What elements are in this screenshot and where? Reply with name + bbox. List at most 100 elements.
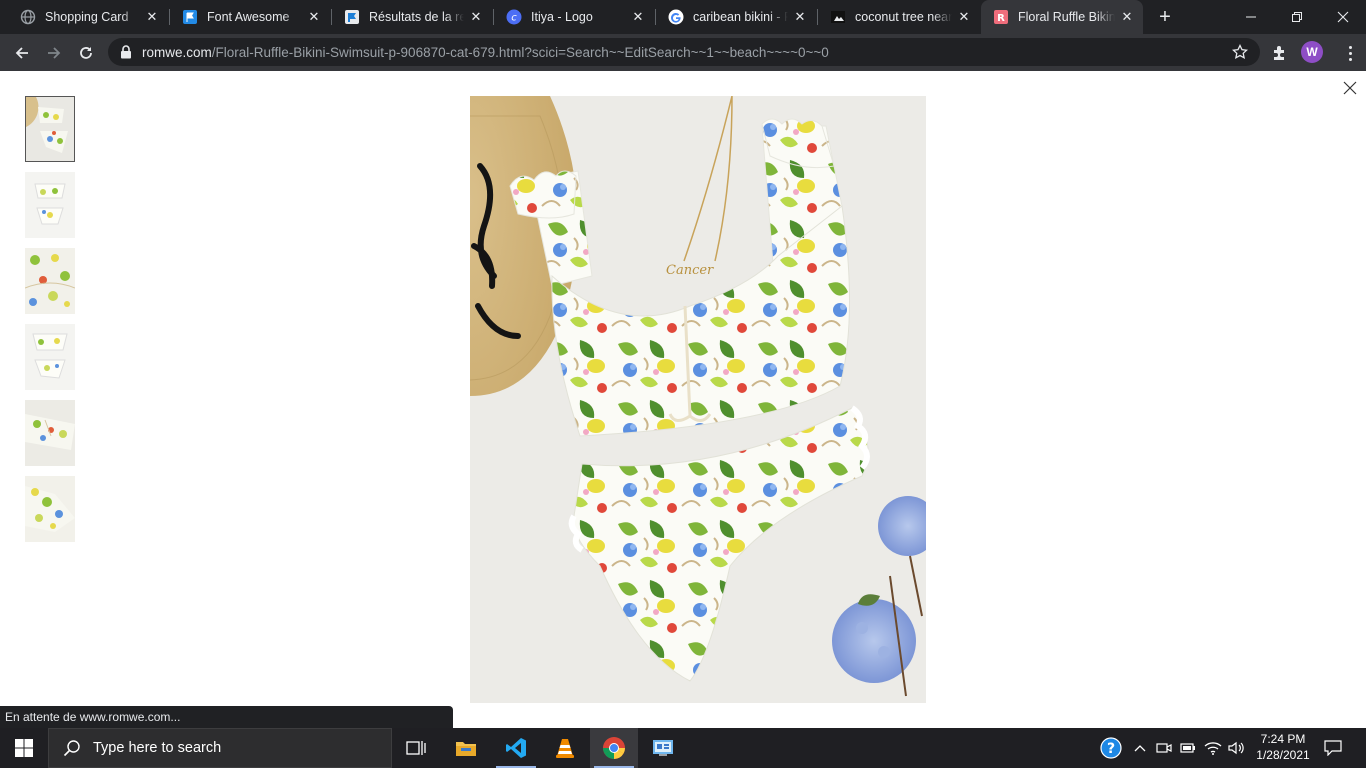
taskbar-search-placeholder: Type here to search: [93, 740, 222, 756]
tab-strip: Shopping Card ✕ Font Awesome ✕ Résultats…: [0, 0, 1366, 34]
camera-icon: [1156, 743, 1172, 753]
volume-button[interactable]: [1226, 728, 1248, 768]
tab-close-icon[interactable]: ✕: [306, 9, 322, 25]
back-button[interactable]: [8, 39, 36, 67]
thumbnail-5[interactable]: [25, 400, 75, 466]
product-image-viewer: Cancer: [0, 71, 1366, 728]
tab-shopping-card[interactable]: Shopping Card ✕: [8, 0, 168, 34]
tab-title: Font Awesome: [207, 10, 290, 24]
address-bar[interactable]: romwe.com/Floral-Ruffle-Bikini-Swimsuit-…: [108, 38, 1260, 66]
reload-button[interactable]: [72, 39, 100, 67]
notification-icon: [1324, 740, 1342, 756]
restore-icon: [1292, 12, 1302, 22]
minimize-icon: [1246, 16, 1256, 18]
close-window-button[interactable]: [1320, 0, 1366, 34]
tab-font-awesome[interactable]: Font Awesome ✕: [170, 0, 330, 34]
lock-icon: [119, 45, 133, 59]
tab-coconut-tree[interactable]: coconut tree near ✕: [818, 0, 980, 34]
necklace-pendant-text: Cancer: [666, 263, 714, 278]
show-hidden-icons-button[interactable]: [1130, 728, 1150, 768]
c-logo-icon: c: [506, 9, 522, 25]
reload-icon: [80, 47, 92, 59]
tab-close-icon[interactable]: ✕: [468, 9, 484, 25]
globe-icon: [20, 9, 36, 25]
battery-button[interactable]: [1178, 728, 1198, 768]
chevron-up-icon: [1134, 745, 1146, 752]
file-explorer-button[interactable]: [442, 728, 490, 768]
arrow-right-icon: [48, 47, 61, 59]
clock-date: 1/28/2021: [1256, 748, 1310, 762]
search-icon: [63, 740, 80, 757]
url-path: /Floral-Ruffle-Bikini-Swimsuit-p-906870-…: [211, 44, 829, 60]
thumbnail-4[interactable]: [25, 324, 75, 390]
svg-text:?: ?: [1107, 741, 1115, 757]
tab-title: Résultats de la rec: [369, 10, 464, 24]
tab-close-icon[interactable]: ✕: [792, 9, 808, 25]
restore-button[interactable]: [1274, 0, 1320, 34]
tab-title: Itiya - Logo: [531, 10, 593, 24]
fontawesome-icon: [344, 9, 360, 25]
control-panel-icon: [653, 740, 673, 756]
close-icon: [1337, 11, 1349, 23]
thumbnail-strip: [25, 96, 75, 552]
url-text[interactable]: romwe.com/Floral-Ruffle-Bikini-Swimsuit-…: [142, 45, 829, 60]
chrome-icon: [603, 737, 625, 759]
tab-title: Floral Ruffle Bikini: [1018, 10, 1115, 24]
status-bubble: En attente de www.romwe.com...: [0, 706, 453, 728]
close-viewer-icon[interactable]: [1341, 79, 1359, 97]
tab-itiya-logo[interactable]: c Itiya - Logo ✕: [494, 0, 654, 34]
tab-close-icon[interactable]: ✕: [630, 9, 646, 25]
romwe-icon: R: [993, 9, 1009, 25]
taskbar-clock[interactable]: 7:24 PM 1/28/2021: [1248, 731, 1318, 763]
thumbnail-2[interactable]: [25, 172, 75, 238]
profile-avatar[interactable]: W: [1301, 41, 1323, 63]
task-view-icon: [406, 741, 426, 755]
arrow-left-icon: [15, 47, 28, 59]
new-tab-button[interactable]: +: [1153, 5, 1177, 29]
windows-logo-icon: [15, 739, 33, 757]
start-button[interactable]: [0, 728, 48, 768]
tab-close-icon[interactable]: ✕: [1119, 9, 1135, 25]
thumbnail-3[interactable]: [25, 248, 75, 314]
bikini-photo: Cancer: [470, 96, 926, 703]
browser-toolbar: romwe.com/Floral-Ruffle-Bikini-Swimsuit-…: [0, 34, 1366, 71]
control-panel-button[interactable]: [639, 728, 687, 768]
image-icon: [830, 9, 846, 25]
forward-button[interactable]: [40, 39, 68, 67]
thumbnail-6[interactable]: [25, 476, 75, 542]
help-tray-button[interactable]: ?: [1098, 728, 1124, 768]
tab-caribean-bikini[interactable]: caribean bikini - Re ✕: [656, 0, 816, 34]
tab-title: Shopping Card: [45, 10, 129, 24]
browser-menu-icon[interactable]: [1340, 43, 1360, 63]
taskbar-search-box[interactable]: Type here to search: [48, 728, 392, 768]
extensions-puzzle-icon[interactable]: [1271, 44, 1289, 62]
meet-now-button[interactable]: [1154, 728, 1174, 768]
task-view-button[interactable]: [392, 728, 440, 768]
svg-text:R: R: [997, 13, 1005, 24]
tab-title: caribean bikini - Re: [693, 10, 788, 24]
chrome-button[interactable]: [590, 728, 638, 768]
minimize-button[interactable]: [1228, 0, 1274, 34]
folder-icon: [456, 742, 476, 756]
tab-title: coconut tree near: [855, 10, 952, 24]
vscode-button[interactable]: [492, 728, 540, 768]
tab-resultats[interactable]: Résultats de la rec ✕: [332, 0, 492, 34]
bookmark-star-icon[interactable]: [1232, 44, 1248, 60]
help-icon: ?: [1100, 737, 1122, 759]
product-main-image: Cancer: [470, 96, 926, 703]
vlc-cone-icon: [556, 739, 574, 758]
clock-time: 7:24 PM: [1260, 732, 1306, 746]
svg-text:c: c: [511, 13, 517, 24]
action-center-button[interactable]: [1320, 728, 1346, 768]
thumbnail-1[interactable]: [25, 96, 75, 162]
windows-taskbar: Type here to search ? 7:24 PM 1/28/2021: [0, 728, 1366, 768]
tab-close-icon[interactable]: ✕: [144, 9, 160, 25]
wifi-icon: [1204, 742, 1222, 755]
flag-icon: [182, 9, 198, 25]
tab-close-icon[interactable]: ✕: [956, 9, 972, 25]
vlc-button[interactable]: [541, 728, 589, 768]
vscode-icon: [506, 738, 526, 758]
google-icon: [668, 9, 684, 25]
tab-floral-ruffle-bikini[interactable]: R Floral Ruffle Bikini ✕: [981, 0, 1143, 34]
wifi-button[interactable]: [1202, 728, 1224, 768]
